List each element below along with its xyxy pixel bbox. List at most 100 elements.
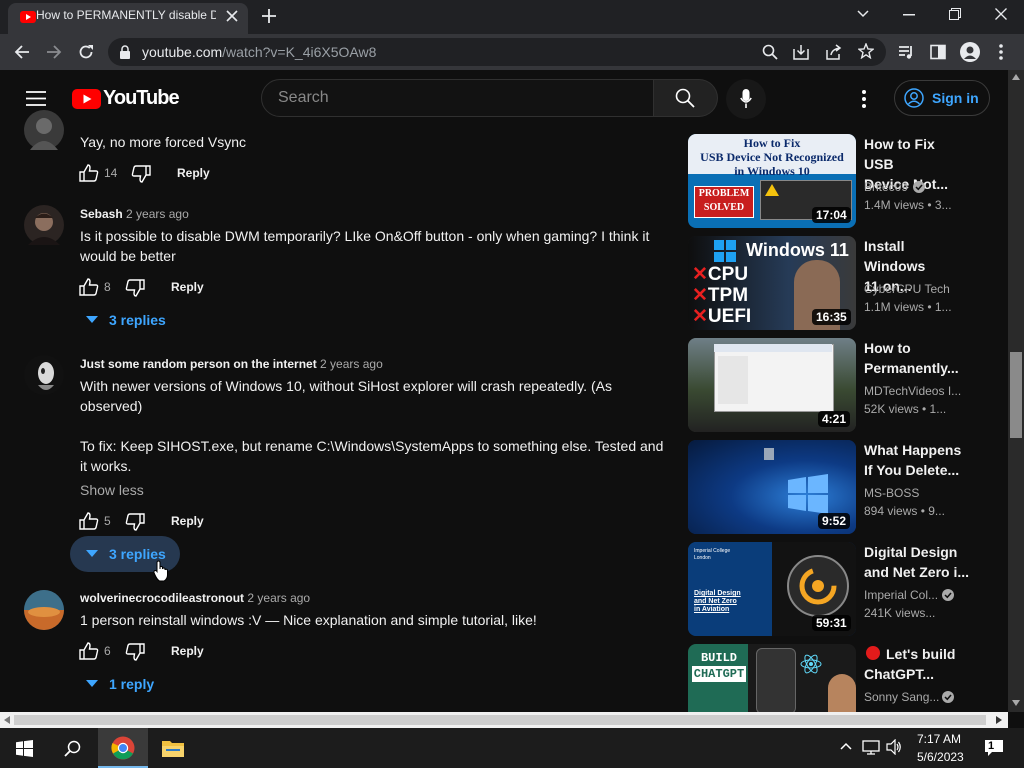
view-replies-button[interactable]: 1 reply [109,676,154,692]
video-channel[interactable]: CyberCPU Tech [864,282,950,296]
microphone-icon[interactable] [740,89,752,109]
scroll-up-arrow-icon[interactable] [1012,74,1020,80]
avatar[interactable] [24,590,64,630]
forward-icon[interactable] [46,44,62,60]
thumbnail-text: BUILD CHATGPT [692,651,746,682]
install-app-icon[interactable] [793,44,809,60]
video-channel[interactable]: Sonny Sang... [864,690,939,704]
video-channel[interactable]: Britec09 [864,180,908,194]
youtube-logo-icon[interactable] [72,89,101,109]
settings-more-icon[interactable] [862,90,866,108]
restore-icon[interactable] [949,8,961,20]
hamburger-menu-icon[interactable] [26,91,46,106]
comment-author[interactable]: Sebash [80,207,123,221]
volume-icon[interactable] [886,739,902,755]
comment-author-line: wolverinecrocodileastronout 2 years ago [80,591,310,605]
video-title[interactable]: What Happens If You Delete... [864,440,966,480]
avatar[interactable] [24,205,64,245]
verified-icon [942,589,954,601]
like-icon[interactable] [79,642,99,660]
chrome-menu-icon[interactable] [999,44,1003,60]
search-icon[interactable] [64,740,81,757]
dislike-icon[interactable] [131,165,151,183]
video-meta: 52K views • 1... [864,402,947,416]
reload-icon[interactable] [78,44,94,60]
share-icon[interactable] [826,44,842,60]
video-duration: 59:31 [812,615,851,631]
avatar[interactable] [24,355,64,395]
view-replies-button[interactable]: 3 replies [109,312,166,328]
horizontal-scrollbar-thumb[interactable] [14,715,986,725]
file-explorer-icon[interactable] [162,738,184,758]
reply-button[interactable]: Reply [177,166,210,180]
network-icon[interactable] [862,739,880,755]
profile-icon[interactable] [960,42,980,62]
like-count: 14 [104,166,118,180]
avatar[interactable] [24,110,64,150]
close-window-icon[interactable] [995,8,1007,20]
scroll-left-arrow-icon[interactable] [4,716,10,724]
chevron-down-icon[interactable] [86,550,98,558]
video-title[interactable]: How to Permanently... [864,338,966,378]
lock-icon[interactable] [119,45,131,59]
react-logo-icon [800,654,822,674]
new-tab-icon[interactable] [262,9,276,23]
thumbnail-text: Imperial College London [694,548,731,561]
comment-time[interactable]: 2 years ago [247,591,310,605]
comment-text-paragraph: To fix: Keep SIHOST.exe, but rename C:\W… [80,438,664,474]
hand-cursor-icon [153,560,169,582]
desktop-icon [764,448,774,460]
chevron-down-icon[interactable] [86,316,98,324]
video-meta: 241K views... [864,606,936,620]
minimize-icon[interactable] [903,14,915,16]
vertical-scrollbar-thumb[interactable] [1010,352,1022,438]
close-tab-icon[interactable] [226,10,238,22]
like-icon[interactable] [79,512,99,530]
comment-time[interactable]: 2 years ago [320,357,383,371]
scroll-down-arrow-icon[interactable] [1012,700,1020,706]
tab-search-chevron-icon[interactable] [857,10,869,18]
comment-author[interactable]: wolverinecrocodileastronout [80,591,244,605]
dislike-icon[interactable] [125,643,145,661]
presenter-figure [828,674,856,712]
show-less-button[interactable]: Show less [80,482,144,498]
video-channel[interactable]: MDTechVideos I... [864,384,961,398]
video-thumbnail[interactable]: BUILD CHATGPT [688,644,856,712]
comment-time[interactable]: 2 years ago [126,207,189,221]
scroll-right-arrow-icon[interactable] [996,716,1002,724]
back-icon[interactable] [14,44,30,60]
video-meta: 1.1M views • 1... [864,300,952,314]
thumbnail-badge: PROBLEM SOLVED [694,186,754,218]
like-count: 5 [104,514,111,528]
thumbnail-text: How to Fix USB Device Not Recognized in Wi… [700,136,844,178]
thumbnail-text: Digital Design and Net Zero in Aviation [694,590,741,613]
dislike-icon[interactable] [125,513,145,531]
reply-button[interactable]: Reply [171,644,204,658]
notification-count: 1 [988,740,995,752]
reply-button[interactable]: Reply [171,514,204,528]
comment-text: With newer versions of Windows 10, witho… [80,378,612,414]
comment-author[interactable]: Just some random person on the internet [80,357,317,371]
chevron-down-icon[interactable] [86,680,98,688]
zoom-search-icon[interactable] [762,44,778,60]
chevron-up-icon[interactable] [840,742,852,750]
clock-time[interactable]: 7:17 AM [917,732,961,746]
video-channel[interactable]: MS-BOSS [864,486,919,500]
chrome-icon[interactable] [111,736,135,760]
video-meta: 894 views • 9... [864,504,945,518]
dislike-icon[interactable] [125,279,145,297]
youtube-logo-text: YouTube [103,87,180,109]
video-title[interactable]: Digital Design and Net Zero i... [864,542,974,582]
side-panel-icon[interactable] [930,44,946,60]
bookmark-star-icon[interactable] [858,43,874,59]
reply-button[interactable]: Reply [171,280,204,294]
video-title[interactable]: Let's build ChatGPT... [864,644,974,684]
windows-start-icon[interactable] [16,740,33,757]
windows-logo-icon [714,240,736,262]
video-channel[interactable]: Imperial Col... [864,588,938,602]
like-icon[interactable] [79,164,99,182]
clock-date[interactable]: 5/6/2023 [917,750,964,764]
like-icon[interactable] [79,278,99,296]
media-controls-icon[interactable] [898,44,914,60]
search-icon[interactable] [675,88,695,108]
